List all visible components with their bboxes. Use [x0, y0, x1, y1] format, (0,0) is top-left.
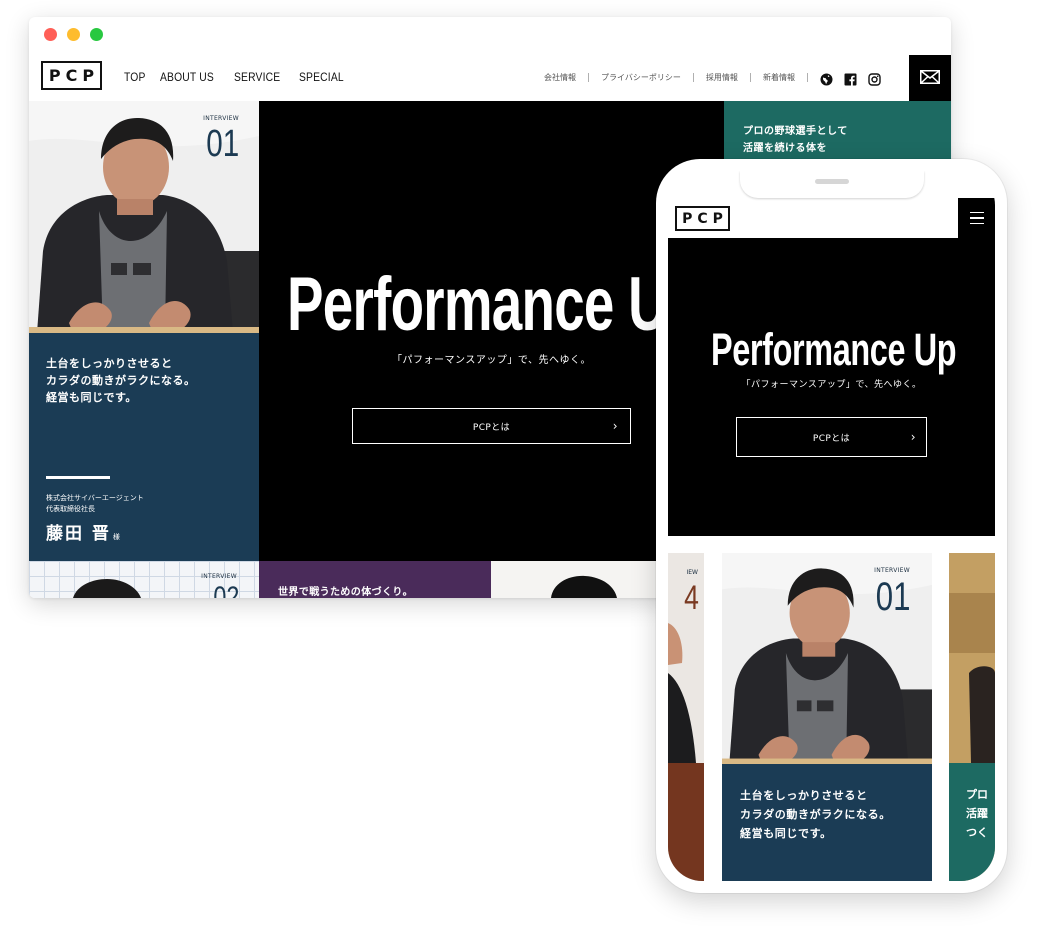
chevron-right-icon: › [612, 419, 618, 433]
minimize-window-button[interactable] [67, 28, 80, 41]
quote-line: 土台をしっかりさせると [46, 357, 173, 370]
utility-nav: 会社情報 | プライバシーポリシー | 採用情報 | 新着情報 | [544, 71, 881, 86]
carousel-prev-card[interactable]: IEW 4 [668, 553, 704, 881]
subnav-separator: | [691, 72, 695, 83]
interview-label: INTERVIEW [201, 573, 237, 580]
interview-01-photo[interactable]: INTERVIEW 01 [722, 553, 932, 764]
hero-title: Performance Up [711, 324, 957, 375]
hero-subtitle: 「パフォーマンスアップ」で、先へゆく。 [392, 355, 591, 366]
close-window-button[interactable] [44, 28, 57, 41]
phone-notch [740, 171, 924, 198]
interview-quote: 世界で戦うための体づくり。 [278, 587, 413, 598]
hamburger-icon[interactable] [958, 198, 995, 238]
quote-line: プロ [966, 788, 988, 801]
quote-line: カラダの動きがラクになる。 [46, 374, 196, 387]
mail-icon [920, 69, 940, 88]
main-nav: TOP ABOUT US SERVICE SPECIAL [124, 70, 351, 84]
quote-line: プロの野球選手として [743, 126, 848, 137]
honorific: 様 [112, 533, 120, 541]
person-title: 代表取締役社長 [46, 505, 95, 513]
interview-01-card[interactable]: 土台をしっかりさせると カラダの動きがラクになる。 経営も同じです。 株式会社サ… [29, 333, 259, 561]
interview-quote: 土台をしっかりさせると カラダの動きがラクになる。 経営も同じです。 [46, 355, 196, 406]
subnav-separator: | [805, 72, 809, 83]
carousel-next-card[interactable]: プロ 活躍 つく [949, 553, 995, 881]
subnav-news[interactable]: 新着情報 [763, 72, 795, 83]
next-card-quote-panel: プロ 活躍 つく [949, 763, 995, 881]
quote-line: つく [966, 826, 988, 839]
interview-number: 01 [206, 123, 239, 165]
interview-02-photo[interactable]: INTERVIEW 02 [29, 561, 259, 598]
subnav-separator: | [748, 72, 752, 83]
prev-card-quote-panel [668, 763, 704, 881]
nav-service[interactable]: SERVICE [234, 70, 280, 84]
interview-quote: プロの野球選手として 活躍を続ける体を [743, 123, 848, 157]
about-pcp-button[interactable]: PCPとは › [352, 408, 631, 444]
hero-section: Performance Up 「パフォーマンスアップ」で、先へゆく。 PCPとは… [259, 101, 724, 561]
divider [46, 476, 110, 479]
facebook-icon[interactable] [844, 71, 857, 86]
quote-line: 経営も同じです。 [740, 827, 832, 840]
mobile-device: PCP Performance Up 「パフォーマンスアップ」で、先へゆく。 P… [656, 159, 1007, 893]
person-name: 藤田 晋様 [46, 519, 120, 544]
interview-label: IEW [686, 569, 699, 576]
interview-quote: プロ 活躍 つく [966, 785, 988, 842]
interview-quote: 土台をしっかりさせると カラダの動きがラクになる。 経営も同じです。 [740, 786, 891, 843]
subnav-company[interactable]: 会社情報 [544, 72, 576, 83]
quote-line: 土台をしっかりさせると [740, 789, 868, 802]
interview-04-card[interactable]: 世界で戦うための体づくり。 [259, 561, 491, 598]
window-controls [44, 28, 103, 41]
maximize-window-button[interactable] [90, 28, 103, 41]
mobile-screen: PCP Performance Up 「パフォーマンスアップ」で、先へゆく。 P… [668, 171, 995, 881]
subnav-separator: | [586, 72, 591, 83]
interview-number: 02 [212, 581, 239, 598]
interview-01-card[interactable]: 土台をしっかりさせると カラダの動きがラクになる。 経営も同じです。 [722, 764, 932, 881]
nav-about-us[interactable]: ABOUT US [160, 70, 214, 84]
hero-title: Performance Up [287, 262, 700, 347]
interview-number: 4 [684, 579, 699, 617]
chevron-right-icon: › [910, 430, 916, 444]
company-name: 株式会社サイバーエージェント [46, 494, 144, 502]
nav-top[interactable]: TOP [124, 70, 146, 84]
interview-label: INTERVIEW [203, 115, 239, 122]
quote-line: 活躍を続ける体を [743, 143, 827, 154]
quote-line: カラダの動きがラクになる。 [740, 808, 891, 821]
about-pcp-button[interactable]: PCPとは › [736, 417, 927, 457]
person-name-text: 藤田 晋 [46, 524, 111, 544]
pcp-logo[interactable]: PCP [675, 206, 730, 231]
instagram-icon[interactable] [868, 71, 881, 86]
interview-number: 01 [875, 575, 910, 619]
interview-01-photo[interactable]: INTERVIEW 01 [29, 101, 259, 333]
hero-subtitle: 「パフォーマンスアップ」で、先へゆく。 [741, 380, 922, 390]
interview-label: INTERVIEW [874, 567, 910, 574]
subnav-recruit[interactable]: 採用情報 [706, 72, 738, 83]
nav-special[interactable]: SPECIAL [299, 70, 344, 84]
speaker [815, 179, 849, 184]
site-header: PCP TOP ABOUT US SERVICE SPECIAL 会社情報 | … [29, 55, 951, 101]
subnav-privacy[interactable]: プライバシーポリシー [601, 72, 681, 83]
quote-line: 活躍 [966, 807, 988, 820]
company-info: 株式会社サイバーエージェント 代表取締役社長 [46, 493, 144, 515]
hero-section: Performance Up 「パフォーマンスアップ」で、先へゆく。 PCPとは… [668, 238, 995, 536]
globe-icon[interactable] [820, 71, 833, 86]
quote-line: 経営も同じです。 [46, 391, 137, 404]
contact-mail-button[interactable] [909, 55, 951, 101]
button-label: PCPとは [812, 433, 851, 444]
button-label: PCPとは [472, 422, 511, 433]
pcp-logo[interactable]: PCP [41, 61, 102, 90]
